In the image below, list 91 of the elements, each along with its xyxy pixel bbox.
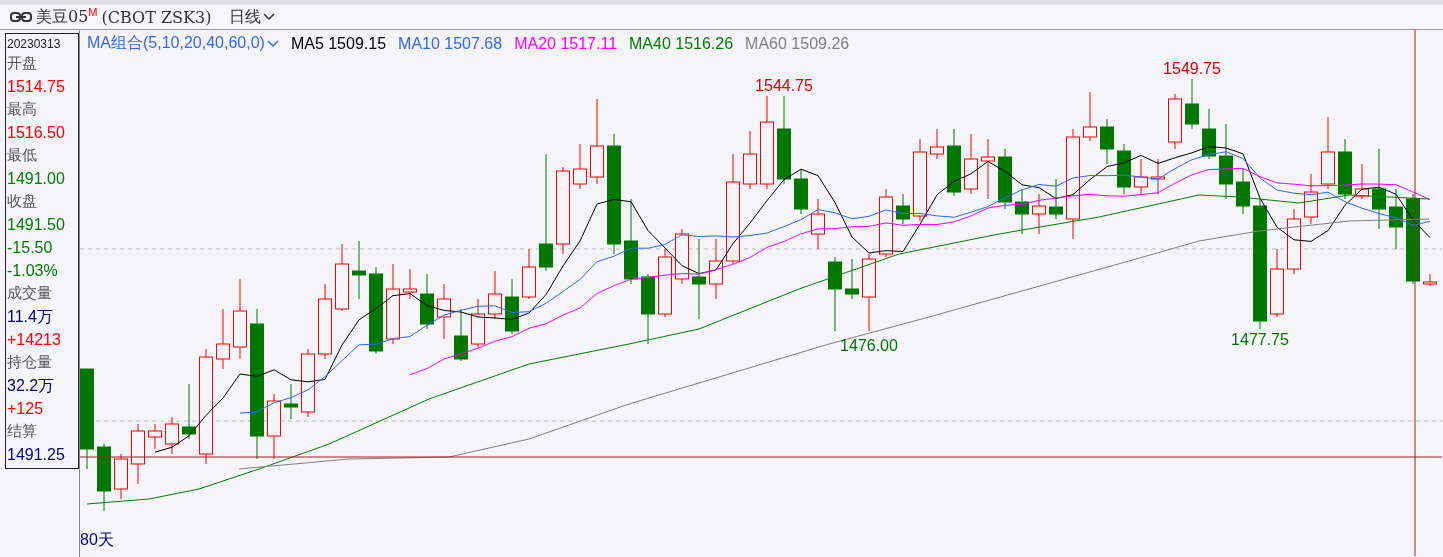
price-label: 1476.00 [840,337,898,354]
field-value: +14213 [7,330,62,350]
candlestick [505,278,519,335]
price-label: 1549.75 [1163,60,1221,77]
candlestick [352,240,366,300]
candlestick [879,188,893,258]
field-value: 1491.50 [7,215,66,235]
candlestick [964,133,978,195]
field-value: -15.50 [7,238,54,258]
candlestick [1185,78,1199,130]
candlestick [403,268,417,300]
candlestick [1423,273,1437,287]
candlestick [148,423,162,450]
ma-value: MA20 1517.11 [514,34,618,53]
candlestick [896,193,910,225]
candlestick [1304,173,1318,225]
candlestick [1032,193,1046,235]
candlestick [114,453,128,500]
field-label: 成交量 [7,283,53,304]
candlestick [131,423,145,485]
candlestick [97,443,111,512]
ma-value: MA10 1507.68 [398,34,503,53]
ma-value: MA5 1509.15 [290,34,387,53]
candlestick [301,348,315,418]
candlestick [1134,158,1148,195]
candlestick [1202,108,1216,160]
caret-icon [266,39,279,48]
candlestick [709,238,723,300]
candlestick [488,270,502,320]
contract-code: (CBOT ZSK3) [101,7,212,27]
candlestick [1287,208,1301,275]
link-icon [10,12,32,22]
candlestick [284,383,298,420]
candlestick [641,273,655,345]
candlestick [335,243,349,312]
candlestick [437,283,451,340]
candlestick [454,308,468,362]
candlestick [658,248,672,318]
candlestick [1100,118,1114,165]
candlestick [573,143,587,190]
field-label: 最低 [7,145,38,166]
caret-icon [263,13,276,21]
field-value: 32.2万 [7,376,56,396]
field-label: 持仓量 [7,352,53,373]
field-label: 收盘 [7,191,38,212]
candlestick [794,168,808,215]
candlestick [743,130,757,190]
candlestick [182,383,196,440]
range-label: 80天 [80,530,114,550]
candlestick [522,248,536,300]
period-dropdown[interactable]: 日线 [229,6,276,28]
field-value: +125 [7,399,45,419]
candlestick [1355,163,1369,200]
candlestick [1015,188,1029,235]
price-label: 1544.75 [755,77,813,94]
candlestick [1151,158,1165,195]
candlestick [930,128,944,160]
candlestick [947,128,961,197]
candlestick [1168,93,1182,150]
field-value: 1491.25 [7,445,66,465]
indicator-dropdown[interactable]: MA组合(5,10,20,40,60,0) [87,33,279,54]
date-label: 20230313 [7,36,62,52]
candlestick [267,393,281,460]
candlestick [811,198,825,250]
ma-value: MA40 1516.26 [629,34,734,53]
candlestick [998,148,1012,210]
candlestick [1389,188,1403,250]
candlestick [1236,168,1250,215]
field-value: -1.03% [7,261,59,281]
candlestick [1338,138,1352,200]
candlestick [1083,91,1097,142]
ma-value: MA60 1509.26 [745,34,850,53]
price-label: 1477.75 [1231,331,1289,348]
candlestick [471,298,485,348]
candlestick [165,416,179,455]
field-label: 最高 [7,99,38,120]
field-label: 结算 [7,421,38,442]
candlestick [675,228,689,285]
field-value: 11.4万 [7,307,54,327]
symbol-name: 美豆05$^{M}$ [36,5,98,29]
field-value: 1516.50 [7,123,66,143]
field-value: 1514.75 [7,77,66,97]
candlestick [420,273,434,330]
candlestick [1117,143,1131,195]
candlestick [845,258,859,300]
field-label: 开盘 [7,53,38,74]
field-value: 1491.00 [7,169,66,189]
candlestick [981,138,995,200]
candlestick [216,308,230,370]
candlestick [1270,248,1284,318]
candlestick [1049,178,1063,220]
